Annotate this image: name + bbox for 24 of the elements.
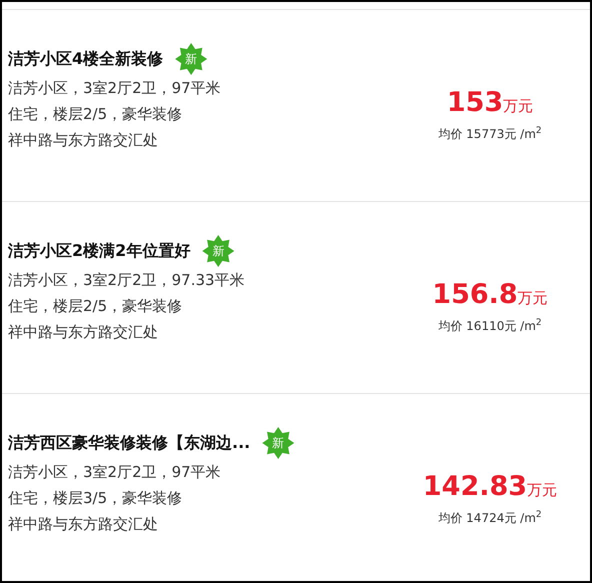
listing-detail: 住宅，楼层2/5，豪华装修 — [8, 104, 184, 125]
listing-title[interactable]: 洁芳小区2楼满2年位置好 — [8, 240, 190, 262]
price-unit: 万元 — [518, 288, 548, 308]
listing-detail: 住宅，楼层2/5，豪华装修 — [8, 296, 184, 317]
new-badge: 新 — [202, 235, 234, 267]
unit-price: 均价 15773元 /m$^{2}$ — [438, 126, 542, 142]
unit-price: 均价 16110元 /m$^{2}$ — [438, 318, 542, 334]
listing-detail: 祥中路与东方路交汇处 — [8, 322, 159, 343]
listing-detail: 洁芳小区，3室2厅2卫，97.33平米 — [8, 270, 246, 291]
total-price: 153 — [446, 86, 504, 118]
listing-detail: 祥中路与东方路交汇处 — [8, 130, 159, 151]
new-badge: 新 — [175, 43, 208, 75]
new-badge: 新 — [262, 427, 294, 459]
unit-price: 均价 14724元 /m$^{2}$ — [438, 510, 542, 526]
listing-detail: 洁芳小区，3室2厅2卫，97平米 — [8, 462, 222, 483]
price-unit: 万元 — [503, 96, 534, 116]
listing-detail: 住宅，楼层3/5，豪华装修 — [8, 488, 184, 509]
total-price: 156.8 — [432, 278, 518, 310]
total-price: 142.83 — [422, 470, 528, 502]
listing-detail: 洁芳小区，3室2厅2卫，97平米 — [8, 78, 222, 99]
listing-title[interactable]: 洁芳小区4楼全新装修 — [8, 48, 164, 70]
listing-detail: 祥中路与东方路交汇处 — [8, 514, 159, 535]
listing-title[interactable]: 洁芳西区豪华装修装修【东湖边... — [8, 432, 250, 454]
price-unit: 万元 — [527, 480, 558, 500]
